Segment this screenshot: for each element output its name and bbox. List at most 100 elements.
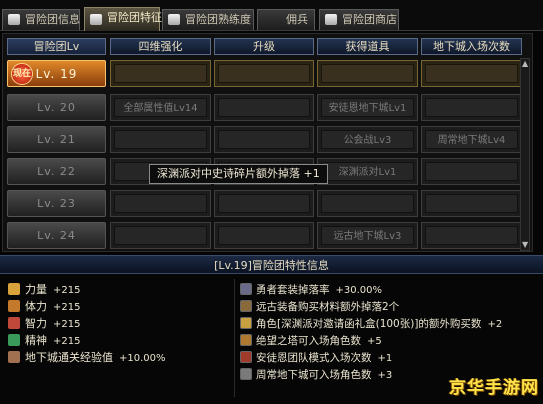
feature-value: +3 <box>377 370 393 381</box>
header-level: 冒险团Lv <box>7 38 106 55</box>
trait-cell[interactable] <box>214 126 314 153</box>
trait-cell[interactable]: 远古地下城Lv3 <box>317 222 418 249</box>
intelligence-icon <box>8 317 20 329</box>
level-row-23[interactable]: Lv. 23 <box>7 190 106 217</box>
trait-cell[interactable]: 公会战Lv3 <box>317 126 418 153</box>
trait-cell-text: 公会战Lv3 <box>321 130 414 149</box>
tab-adventure-shop[interactable]: 冒险团商店 <box>319 9 399 30</box>
feature-label: 安徒恩团队模式入场次数 <box>256 352 372 364</box>
stat-value: +215 <box>53 302 81 313</box>
feature-label: 勇者套装掉落率 <box>256 284 330 296</box>
level-row-22[interactable]: Lv. 22 <box>7 158 106 185</box>
trait-cell[interactable] <box>110 222 211 249</box>
tab-mercenary[interactable]: 佣兵 <box>257 9 315 30</box>
trait-cell[interactable] <box>214 190 314 217</box>
level-label: Lv. 24 <box>37 229 76 242</box>
feature-value: +30.00% <box>335 285 383 296</box>
trait-cell[interactable] <box>421 190 522 217</box>
trait-cell-text: 全部属性值Lv14 <box>114 98 207 117</box>
tab-adventure-info[interactable]: 冒险团信息 <box>2 9 80 30</box>
trait-cell-text <box>218 226 310 245</box>
stat-value: +10.00% <box>119 353 166 364</box>
trait-cell[interactable]: 全部属性值Lv14 <box>110 94 211 121</box>
trait-cell-text <box>218 194 310 213</box>
level-label: Lv. 23 <box>37 197 76 210</box>
level-label: Lv. 21 <box>37 133 76 146</box>
header-stat-boost: 四维强化 <box>110 38 211 55</box>
strength-icon <box>8 283 20 295</box>
trait-cell-text <box>425 162 518 181</box>
trait-cell[interactable] <box>317 190 418 217</box>
tab-bar: 冒险团信息 冒险团特征 冒险团熟练度 佣兵 冒险团商店 <box>0 0 543 31</box>
trait-cell[interactable] <box>110 126 211 153</box>
stat-stamina: 体力 +215 <box>8 299 80 315</box>
tab-label: 冒险团熟练度 <box>185 13 251 26</box>
trait-cell[interactable] <box>421 94 522 121</box>
level-row-20[interactable]: Lv. 20 <box>7 94 106 121</box>
trait-cell-text: 周常地下城Lv4 <box>425 130 518 149</box>
trait-cell-text <box>425 64 518 83</box>
stat-strength: 力量 +215 <box>8 282 80 298</box>
feature-item: 绝望之塔可入场角色数 +5 <box>240 333 382 349</box>
trait-cell[interactable] <box>214 94 314 121</box>
tab-icon <box>168 14 180 25</box>
stat-value: +215 <box>53 319 81 330</box>
level-row-24[interactable]: Lv. 24 <box>7 222 106 249</box>
feature-label: 远古装备购买材料额外掉落2个 <box>256 301 400 313</box>
trait-tooltip: 深渊派对中史诗碎片额外掉落 +1 <box>149 164 328 184</box>
trait-cell-text <box>425 194 518 213</box>
header-dungeon-entries: 地下城入场次数 <box>421 38 522 55</box>
trait-cell-text <box>114 226 207 245</box>
level-row-21[interactable]: Lv. 21 <box>7 126 106 153</box>
feature-label: 周常地下城可入场角色数 <box>256 369 372 381</box>
trait-cell[interactable]: 安徒恩地下城Lv1 <box>317 94 418 121</box>
tab-icon <box>325 14 337 25</box>
stat-dungeon-exp: 地下城通关经验值 +10.00% <box>8 350 166 366</box>
trait-cell[interactable] <box>421 60 522 87</box>
trait-cell-text <box>425 226 518 245</box>
feature-item: 勇者套装掉落率 +30.00% <box>240 282 382 298</box>
feature-value: +2 <box>487 319 503 330</box>
grid-scrollbar[interactable]: ▲ ▼ <box>520 58 530 251</box>
scroll-down-icon[interactable]: ▼ <box>522 241 528 249</box>
trait-cell[interactable] <box>421 158 522 185</box>
trait-cell[interactable] <box>214 222 314 249</box>
stat-value: +215 <box>53 336 81 347</box>
feature-label: 绝望之塔可入场角色数 <box>256 335 361 347</box>
trait-cell[interactable] <box>110 60 211 87</box>
trait-cell-text <box>218 98 310 117</box>
trait-cell-text <box>425 98 518 117</box>
tab-icon <box>90 14 102 25</box>
tab-adventure-proficiency[interactable]: 冒险团熟练度 <box>162 9 254 30</box>
stat-label: 智力 <box>25 317 47 330</box>
material-purchase-icon <box>240 300 252 312</box>
equipment-drop-icon <box>240 283 252 295</box>
traits-grid: 冒险团Lv 四维强化 升级 获得道具 地下城入场次数 现在 Lv. 19 Lv.… <box>2 33 533 252</box>
trait-cell[interactable]: 深渊派对Lv1 <box>317 158 418 185</box>
trait-cell[interactable]: 周常地下城Lv4 <box>421 126 522 153</box>
trait-cell[interactable] <box>110 190 211 217</box>
trait-cell-text <box>218 64 310 83</box>
level-label: Lv. 19 <box>35 67 78 81</box>
trait-cell-text <box>114 130 207 149</box>
stamina-icon <box>8 300 20 312</box>
tab-label: 冒险团特征 <box>107 11 162 24</box>
header-upgrade: 升级 <box>214 38 314 55</box>
site-watermark: 京华手游网 <box>449 378 539 398</box>
trait-cell[interactable] <box>421 222 522 249</box>
trait-cell[interactable] <box>214 60 314 87</box>
trait-cell-text <box>114 64 207 83</box>
tab-adventure-traits[interactable]: 冒险团特征 <box>84 7 162 31</box>
level-row-19[interactable]: 现在 Lv. 19 <box>7 60 106 87</box>
feature-label: 角色[深渊派对邀请函礼盒(100张)]的额外购买数 <box>256 318 482 330</box>
stat-label: 体力 <box>25 300 47 313</box>
trait-cell-text <box>114 194 207 213</box>
stat-spirit: 精神 +215 <box>8 333 80 349</box>
weekly-dungeon-icon <box>240 368 252 380</box>
stat-value: +215 <box>53 285 81 296</box>
scroll-up-icon[interactable]: ▲ <box>522 60 528 68</box>
feature-value: +5 <box>367 336 382 347</box>
invitation-box-icon <box>240 317 252 329</box>
trait-cell[interactable] <box>317 60 418 87</box>
feature-item: 角色[深渊派对邀请函礼盒(100张)]的额外购买数 +2 <box>240 316 502 332</box>
